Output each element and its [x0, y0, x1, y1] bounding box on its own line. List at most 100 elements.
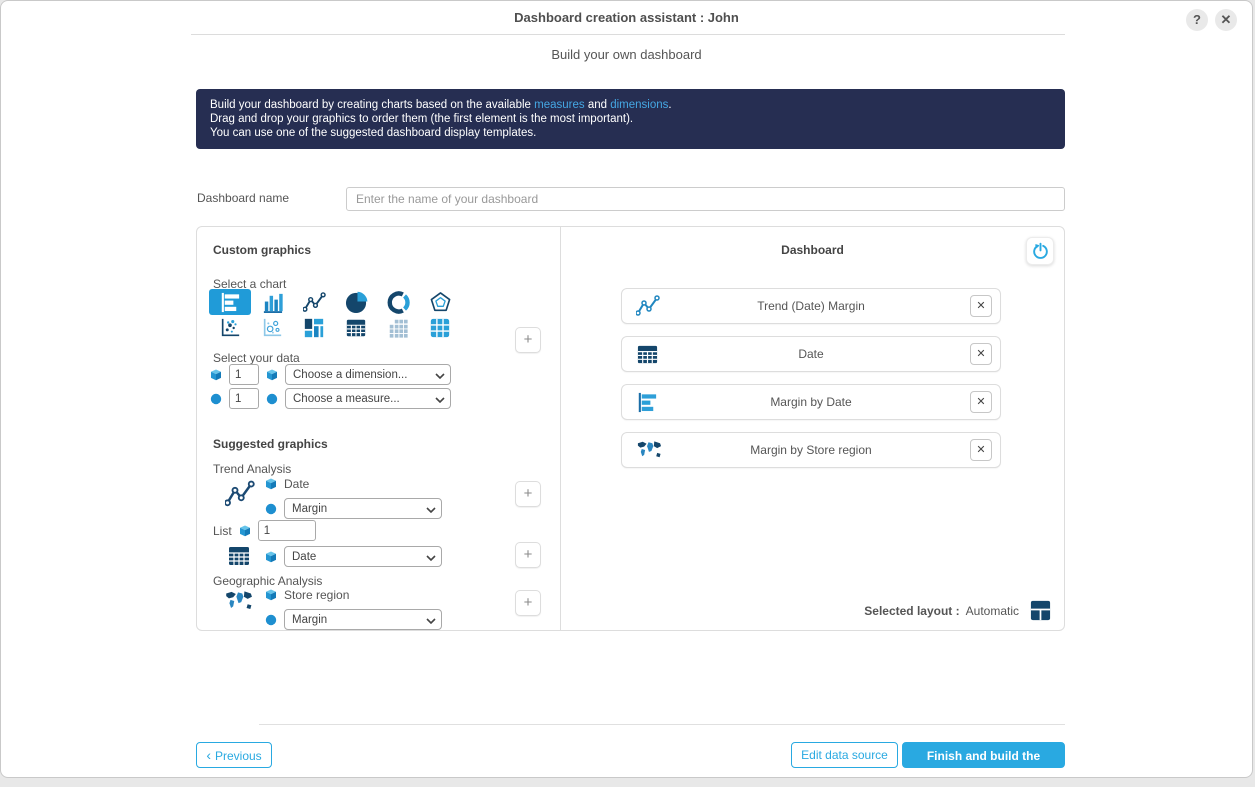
- dashboard-card-trend[interactable]: Trend (Date) Margin ✕: [621, 288, 1001, 324]
- builder-panel: Custom graphics Select a chart + Select …: [196, 226, 1065, 631]
- pie-chart-icon: [345, 291, 368, 314]
- card-label: Margin by Date: [622, 395, 1000, 409]
- chart-type-radar[interactable]: [419, 289, 461, 315]
- pivot-table-icon: [387, 317, 409, 339]
- radar-chart-icon: [429, 291, 452, 314]
- instructions-banner: Build your dashboard by creating charts …: [196, 89, 1065, 149]
- dimension-cube-icon: [239, 525, 251, 537]
- chart-type-bubble[interactable]: [251, 315, 293, 341]
- selected-layout-label: Selected layout :: [864, 604, 959, 618]
- chart-type-table[interactable]: [335, 315, 377, 341]
- selected-layout-value: Automatic: [966, 604, 1019, 618]
- dashboard-creation-wizard: Dashboard creation assistant : John ? ✕ …: [0, 0, 1253, 778]
- measure-dot-icon: [266, 393, 278, 405]
- chevron-down-icon: [426, 507, 436, 513]
- remove-card-button[interactable]: ✕: [970, 343, 992, 365]
- chart-type-bar-horizontal[interactable]: [209, 289, 251, 315]
- card-label: Date: [622, 347, 1000, 361]
- select-data-label: Select your data: [213, 351, 300, 365]
- table-chart-icon: [345, 317, 367, 339]
- chart-type-scatter[interactable]: [209, 315, 251, 341]
- instructions-line1: Build your dashboard by creating charts …: [210, 98, 1051, 112]
- geo-measure-row: Margin: [265, 609, 442, 630]
- geo-dimension-value: Store region: [284, 588, 349, 602]
- scatter-chart-icon: [219, 317, 241, 339]
- dashboard-card-map[interactable]: Margin by Store region ✕: [621, 432, 1001, 468]
- dimensions-link[interactable]: dimensions: [610, 99, 668, 111]
- dimension-data-row: Choose a dimension...: [210, 364, 451, 385]
- close-button[interactable]: ✕: [1215, 9, 1237, 31]
- chart-type-grid[interactable]: [419, 315, 461, 341]
- geo-measure-select[interactable]: Margin: [284, 609, 442, 630]
- dashboard-card-list[interactable]: Date ✕: [621, 336, 1001, 372]
- measure-dot-icon: [210, 393, 222, 405]
- selected-layout-row: Selected layout : Automatic: [864, 599, 1052, 622]
- dashboard-panel-title: Dashboard: [561, 243, 1064, 257]
- chart-type-bar-vertical[interactable]: [251, 289, 293, 315]
- dimension-count-input[interactable]: [229, 364, 259, 385]
- list-dimension-row: Date: [265, 546, 442, 567]
- bar-vertical-icon: [261, 291, 284, 314]
- donut-chart-icon: [387, 291, 410, 314]
- window-title: Dashboard creation assistant : John: [1, 1, 1252, 34]
- chevron-down-icon: [435, 397, 445, 403]
- list-count-row: List: [213, 520, 316, 541]
- dashboard-card-bar[interactable]: Margin by Date ✕: [621, 384, 1001, 420]
- table-chart-icon: [635, 343, 660, 366]
- line-chart-icon: [303, 291, 326, 314]
- edit-data-source-button[interactable]: Edit data source: [791, 742, 898, 768]
- add-trend-chart-button[interactable]: +: [515, 481, 541, 507]
- trend-analysis-label: Trend Analysis: [213, 462, 291, 476]
- dimension-cube-icon: [265, 551, 277, 563]
- add-geo-chart-button[interactable]: +: [515, 590, 541, 616]
- dimension-cube-icon: [265, 589, 277, 601]
- add-list-chart-button[interactable]: +: [515, 542, 541, 568]
- trend-dimension-row: Date: [265, 477, 309, 491]
- help-button[interactable]: ?: [1186, 9, 1208, 31]
- chevron-down-icon: [426, 618, 436, 624]
- geo-dimension-row: Store region: [265, 588, 349, 602]
- chart-type-pie[interactable]: [335, 289, 377, 315]
- world-map-icon: [223, 590, 253, 612]
- dimension-cube-icon: [210, 369, 222, 381]
- chevron-down-icon: [435, 373, 445, 379]
- remove-card-button[interactable]: ✕: [970, 439, 992, 461]
- list-label: List: [213, 524, 232, 538]
- chart-type-row-2: [209, 315, 461, 341]
- trend-measure-select[interactable]: Margin: [284, 498, 442, 519]
- card-label: Trend (Date) Margin: [622, 299, 1000, 313]
- dimension-select[interactable]: Choose a dimension...: [285, 364, 451, 385]
- measures-link[interactable]: measures: [534, 99, 585, 111]
- measure-data-row: Choose a measure...: [210, 388, 451, 409]
- add-custom-chart-button[interactable]: +: [515, 327, 541, 353]
- list-dimension-select[interactable]: Date: [284, 546, 442, 567]
- previous-button[interactable]: ‹Previous: [196, 742, 272, 768]
- chart-type-pivot[interactable]: [377, 315, 419, 341]
- trend-chart-icon: [635, 294, 661, 318]
- reset-power-icon: [1031, 242, 1050, 261]
- custom-graphics-title: Custom graphics: [213, 243, 311, 257]
- chart-type-donut[interactable]: [377, 289, 419, 315]
- chevron-down-icon: [426, 555, 436, 561]
- list-table-icon: [226, 544, 252, 568]
- measure-dot-icon: [265, 503, 277, 515]
- layout-template-icon[interactable]: [1029, 599, 1052, 622]
- list-count-input[interactable]: [258, 520, 316, 541]
- remove-card-button[interactable]: ✕: [970, 391, 992, 413]
- grid-chart-icon: [429, 317, 451, 339]
- world-map-icon: [635, 440, 662, 460]
- chart-type-treemap[interactable]: [293, 315, 335, 341]
- custom-graphics-column: Custom graphics Select a chart + Select …: [197, 227, 561, 630]
- measure-count-input[interactable]: [229, 388, 259, 409]
- instructions-line3: You can use one of the suggested dashboa…: [210, 126, 1051, 140]
- reset-dashboard-button[interactable]: [1026, 237, 1054, 265]
- finish-build-button[interactable]: Finish and build the dashboard: [902, 742, 1065, 768]
- remove-card-button[interactable]: ✕: [970, 295, 992, 317]
- suggested-graphics-title: Suggested graphics: [213, 437, 328, 451]
- trend-chart-icon: [224, 479, 256, 509]
- dashboard-name-input[interactable]: [346, 187, 1065, 211]
- measure-select[interactable]: Choose a measure...: [285, 388, 451, 409]
- chart-type-line[interactable]: [293, 289, 335, 315]
- footer-divider: [259, 724, 1065, 725]
- bubble-chart-icon: [261, 317, 283, 339]
